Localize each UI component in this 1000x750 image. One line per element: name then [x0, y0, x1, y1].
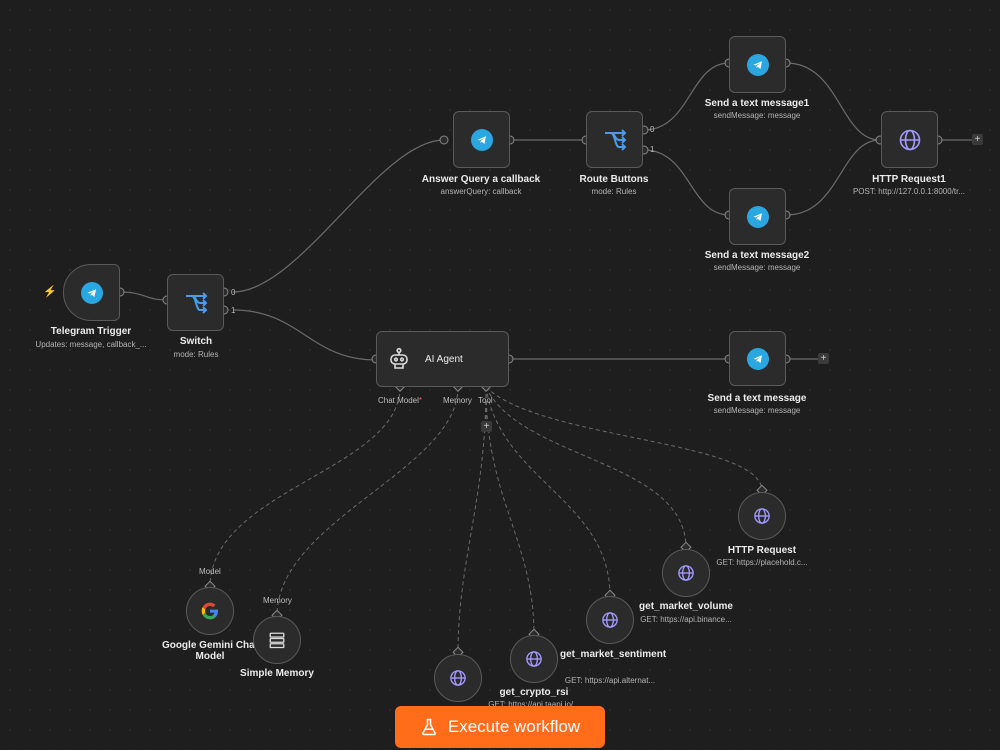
send-text-node[interactable] [729, 331, 786, 386]
http-request-1-title: HTTP Request1 [872, 174, 946, 185]
edge-trigger-switch [119, 291, 168, 301]
execute-workflow-button[interactable]: Execute workflow [395, 706, 605, 748]
edge-switch0-answer [232, 139, 445, 293]
switch-icon [604, 128, 626, 151]
http-request-subtitle: GET: https://placehold.c... [716, 558, 808, 567]
http-request-node[interactable] [738, 492, 786, 540]
port-chat-model-label: Chat Model* [378, 396, 422, 405]
route-buttons-title: Route Buttons [579, 174, 649, 185]
globe-icon [899, 129, 920, 150]
telegram-trigger-subtitle: Updates: message, callback_... [35, 340, 147, 349]
flask-icon [421, 718, 436, 736]
edge-send2-http1 [785, 139, 881, 216]
gemini-port-label: Model [199, 567, 221, 576]
telegram-icon [80, 281, 103, 304]
edge-route1-send2 [643, 149, 730, 216]
answer-query-title: Answer Query a callback [421, 174, 541, 185]
route-buttons-node[interactable] [586, 111, 643, 168]
bolt-icon: ⚡ [43, 286, 57, 298]
route-buttons-subtitle: mode: Rules [591, 187, 637, 196]
send-text-1-node[interactable] [729, 36, 786, 93]
memory-node[interactable] [253, 616, 301, 664]
edge-tool-crypto [485, 386, 535, 636]
tool-http-node[interactable] [434, 654, 482, 702]
market-sentiment-node[interactable] [586, 596, 634, 644]
memory-title: Simple Memory [240, 668, 314, 679]
send-text-2-subtitle: sendMessage: message [713, 263, 801, 272]
ai-agent-title: AI Agent [425, 353, 463, 365]
add-tool-plus-icon[interactable]: + [481, 421, 492, 432]
send-text-2-node[interactable] [729, 188, 786, 245]
send-text-subtitle: sendMessage: message [713, 406, 801, 415]
answer-query-node[interactable] [453, 111, 510, 168]
http-request-title: HTTP Request [727, 545, 797, 556]
port-memory-label: Memory [443, 396, 472, 405]
add-node-plus-icon[interactable]: + [818, 353, 829, 364]
switch-subtitle: mode: Rules [173, 350, 219, 359]
edge-memory [276, 386, 459, 617]
crypto-rsi-title: get_crypto_rsi [499, 687, 569, 698]
add-node-plus-icon[interactable]: + [972, 134, 983, 145]
telegram-icon [470, 128, 493, 151]
gemini-title: Google Gemini Chat Model [161, 640, 259, 662]
http-request-1-node[interactable] [881, 111, 938, 168]
edge-tool-volume [485, 386, 687, 549]
telegram-icon [746, 205, 769, 228]
edge-switch1-agent [232, 309, 377, 361]
market-volume-node[interactable] [662, 549, 710, 597]
edge-model [209, 386, 401, 588]
market-volume-subtitle: GET: https://api.binance... [640, 615, 732, 624]
edge-tool-sentiment [485, 386, 611, 597]
execute-workflow-label: Execute workflow [447, 717, 581, 736]
market-volume-title: get_market_volume [639, 601, 733, 612]
telegram-icon [746, 53, 769, 76]
http-request-1-subtitle: POST: http://127.0.0.1:8000/tr... [852, 187, 966, 196]
globe-icon [754, 508, 770, 524]
switch-icon [185, 291, 207, 314]
telegram-icon [746, 347, 769, 370]
memory-port-label: Memory [263, 596, 292, 605]
send-text-2-title: Send a text message2 [704, 250, 810, 261]
telegram-trigger-node[interactable] [63, 264, 120, 321]
switch-output-0: 0 [231, 288, 236, 297]
google-icon [201, 602, 218, 620]
send-text-1-subtitle: sendMessage: message [713, 111, 801, 120]
chat-model-label-text: Chat Model [378, 396, 419, 405]
switch-node[interactable] [167, 274, 224, 331]
required-marker: * [418, 396, 423, 405]
market-sentiment-subtitle: GET: https://api.alternat... [564, 676, 656, 685]
telegram-trigger-title: Telegram Trigger [50, 326, 132, 337]
globe-icon [678, 565, 694, 581]
globe-icon [526, 651, 542, 667]
globe-icon [602, 612, 618, 628]
send-text-1-title: Send a text message1 [704, 98, 810, 109]
send-text-title: Send a text message [707, 393, 807, 404]
answer-query-subtitle: answerQuery: callback [440, 187, 522, 196]
switch-output-1: 1 [231, 306, 236, 315]
route-output-0: 0 [650, 125, 655, 134]
route-output-1: 1 [650, 145, 655, 154]
ai-agent-node[interactable]: AI Agent [376, 331, 509, 387]
market-sentiment-title: get_market_sentiment [560, 649, 667, 660]
database-icon [269, 632, 285, 649]
globe-icon [450, 670, 466, 686]
port-tool-label: Tool [478, 396, 493, 405]
robot-icon [390, 347, 408, 369]
switch-title: Switch [179, 336, 213, 347]
gemini-node[interactable] [186, 587, 234, 635]
crypto-rsi-node[interactable] [510, 635, 558, 683]
